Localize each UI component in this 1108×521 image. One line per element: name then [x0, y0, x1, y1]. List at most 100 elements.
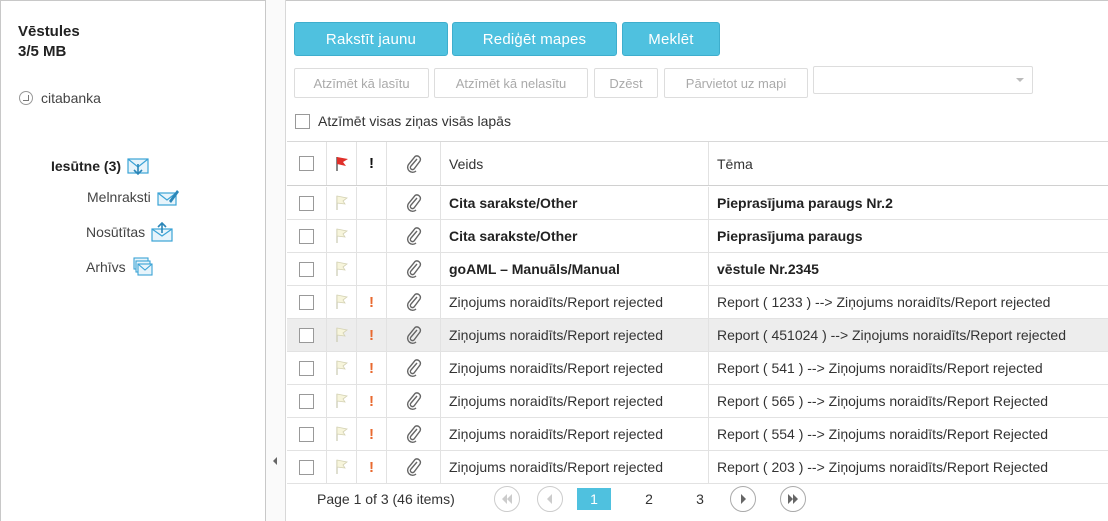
row-checkbox-cell[interactable] — [287, 220, 327, 252]
flag-icon[interactable] — [335, 294, 349, 310]
header-priority-cell[interactable]: ! — [357, 142, 387, 185]
row-flag-cell[interactable] — [327, 418, 357, 450]
row-type[interactable]: Ziņojums noraidīts/Report rejected — [441, 319, 709, 351]
row-type[interactable]: Ziņojums noraidīts/Report rejected — [441, 385, 709, 417]
row-type[interactable]: Cita sarakste/Other — [441, 187, 709, 219]
table-row[interactable]: ! Ziņojums noraidīts/Report rejected Repor… — [287, 418, 1108, 451]
flag-icon[interactable] — [335, 261, 349, 277]
select-all-pages[interactable]: Atzīmēt visas ziņas visās lapās — [295, 113, 511, 129]
paperclip-icon — [406, 154, 421, 173]
table-row[interactable]: goAML – Manuāls/Manual vēstule Nr.2345 — [287, 253, 1108, 286]
header-checkbox[interactable] — [299, 156, 314, 171]
move-folder-select[interactable] — [813, 66, 1033, 94]
row-checkbox-cell[interactable] — [287, 253, 327, 285]
table-row[interactable]: Cita sarakste/Other Pieprasījuma paraugs … — [287, 187, 1108, 220]
row-checkbox[interactable] — [299, 426, 314, 442]
row-type[interactable]: Ziņojums noraidīts/Report rejected — [441, 352, 709, 384]
table-row[interactable]: Cita sarakste/Other Pieprasījuma paraugs — [287, 220, 1108, 253]
search-button[interactable]: Meklēt — [622, 22, 720, 56]
row-priority-cell: ! — [357, 385, 387, 417]
row-subject[interactable]: Report ( 451024 ) --> Ziņojums noraidīts… — [709, 319, 1108, 351]
row-flag-cell[interactable] — [327, 253, 357, 285]
row-type[interactable]: Cita sarakste/Other — [441, 220, 709, 252]
row-type[interactable]: Ziņojums noraidīts/Report rejected — [441, 418, 709, 450]
row-flag-cell[interactable] — [327, 319, 357, 351]
move-to-folder-button[interactable]: Pārvietot uz mapi — [664, 68, 808, 98]
row-flag-cell[interactable] — [327, 220, 357, 252]
folder-sent[interactable]: Nosūtītas — [86, 222, 173, 242]
header-checkbox-cell[interactable] — [287, 142, 327, 185]
header-subject[interactable]: Tēma — [709, 142, 1108, 185]
collapse-left-icon[interactable] — [273, 457, 277, 465]
row-checkbox[interactable] — [299, 393, 314, 409]
row-subject[interactable]: Pieprasījuma paraugs Nr.2 — [709, 187, 1108, 219]
row-priority-cell — [357, 187, 387, 219]
flag-icon[interactable] — [335, 360, 349, 376]
row-checkbox[interactable] — [299, 195, 314, 211]
row-checkbox[interactable] — [299, 327, 314, 343]
header-attachment-cell[interactable] — [387, 142, 441, 185]
sidebar-collapse-bar[interactable] — [266, 0, 286, 521]
flag-icon[interactable] — [335, 327, 349, 343]
row-flag-cell[interactable] — [327, 286, 357, 318]
paperclip-icon — [406, 293, 421, 311]
delete-button[interactable]: Dzēst — [594, 68, 658, 98]
row-checkbox[interactable] — [299, 228, 314, 244]
select-all-checkbox[interactable] — [295, 113, 310, 129]
folder-archive[interactable]: Arhīvs — [86, 257, 154, 277]
table-row[interactable]: ! Ziņojums noraidīts/Report rejected Repor… — [287, 286, 1108, 319]
mailbox-quota: 3/5 MB — [18, 43, 67, 60]
account-item[interactable]: citabanka — [19, 90, 101, 106]
row-checkbox-cell[interactable] — [287, 385, 327, 417]
row-subject[interactable]: Report ( 565 ) --> Ziņojums noraidīts/Re… — [709, 385, 1108, 417]
flag-icon[interactable] — [335, 459, 349, 475]
compose-button[interactable]: Rakstīt jaunu — [294, 22, 448, 56]
flag-icon[interactable] — [335, 426, 349, 442]
paperclip-icon — [406, 326, 421, 344]
row-checkbox-cell[interactable] — [287, 187, 327, 219]
flag-icon[interactable] — [335, 195, 349, 211]
prev-page-icon — [547, 494, 552, 504]
next-page-button[interactable] — [730, 486, 756, 512]
row-subject[interactable]: Pieprasījuma paraugs — [709, 220, 1108, 252]
paperclip-icon — [406, 194, 421, 212]
page-3[interactable]: 3 — [683, 488, 717, 510]
row-subject[interactable]: vēstule Nr.2345 — [709, 253, 1108, 285]
row-subject[interactable]: Report ( 541 ) --> Ziņojums noraidīts/Re… — [709, 352, 1108, 384]
mark-unread-button[interactable]: Atzīmēt kā nelasītu — [434, 68, 588, 98]
row-checkbox[interactable] — [299, 459, 314, 475]
row-checkbox-cell[interactable] — [287, 286, 327, 318]
table-row[interactable]: ! Ziņojums noraidīts/Report rejected Repor… — [287, 352, 1108, 385]
row-subject[interactable]: Report ( 554 ) --> Ziņojums noraidīts/Re… — [709, 418, 1108, 450]
flag-icon[interactable] — [335, 228, 349, 244]
row-flag-cell[interactable] — [327, 187, 357, 219]
row-checkbox-cell[interactable] — [287, 418, 327, 450]
page-1[interactable]: 1 — [577, 488, 611, 510]
folder-drafts[interactable]: Melnraksti — [87, 187, 179, 207]
edit-folders-button[interactable]: Rediģēt mapes — [452, 22, 617, 56]
row-checkbox[interactable] — [299, 261, 314, 277]
table-row[interactable]: ! Ziņojums noraidīts/Report rejected Repor… — [287, 319, 1108, 352]
row-checkbox[interactable] — [299, 294, 314, 310]
flag-icon[interactable] — [335, 393, 349, 409]
header-flag-cell[interactable] — [327, 142, 357, 185]
prev-page-button[interactable] — [537, 486, 563, 512]
row-attachment-cell — [387, 352, 441, 384]
page-2[interactable]: 2 — [632, 488, 666, 510]
row-checkbox[interactable] — [299, 360, 314, 376]
row-flag-cell[interactable] — [327, 352, 357, 384]
row-checkbox-cell[interactable] — [287, 352, 327, 384]
table-row[interactable]: ! Ziņojums noraidīts/Report rejected Repor… — [287, 385, 1108, 418]
row-subject[interactable]: Report ( 1233 ) --> Ziņojums noraidīts/R… — [709, 286, 1108, 318]
folder-inbox[interactable]: Iesūtne (3) — [51, 156, 149, 176]
row-type[interactable]: Ziņojums noraidīts/Report rejected — [441, 286, 709, 318]
header-type[interactable]: Veids — [441, 142, 709, 185]
row-checkbox-cell[interactable] — [287, 319, 327, 351]
mark-read-button[interactable]: Atzīmēt kā lasītu — [294, 68, 429, 98]
last-page-button[interactable] — [780, 486, 806, 512]
last-page-icon — [788, 494, 798, 504]
first-page-button[interactable] — [494, 486, 520, 512]
row-flag-cell[interactable] — [327, 385, 357, 417]
expand-circle-icon[interactable] — [19, 91, 33, 105]
row-type[interactable]: goAML – Manuāls/Manual — [441, 253, 709, 285]
